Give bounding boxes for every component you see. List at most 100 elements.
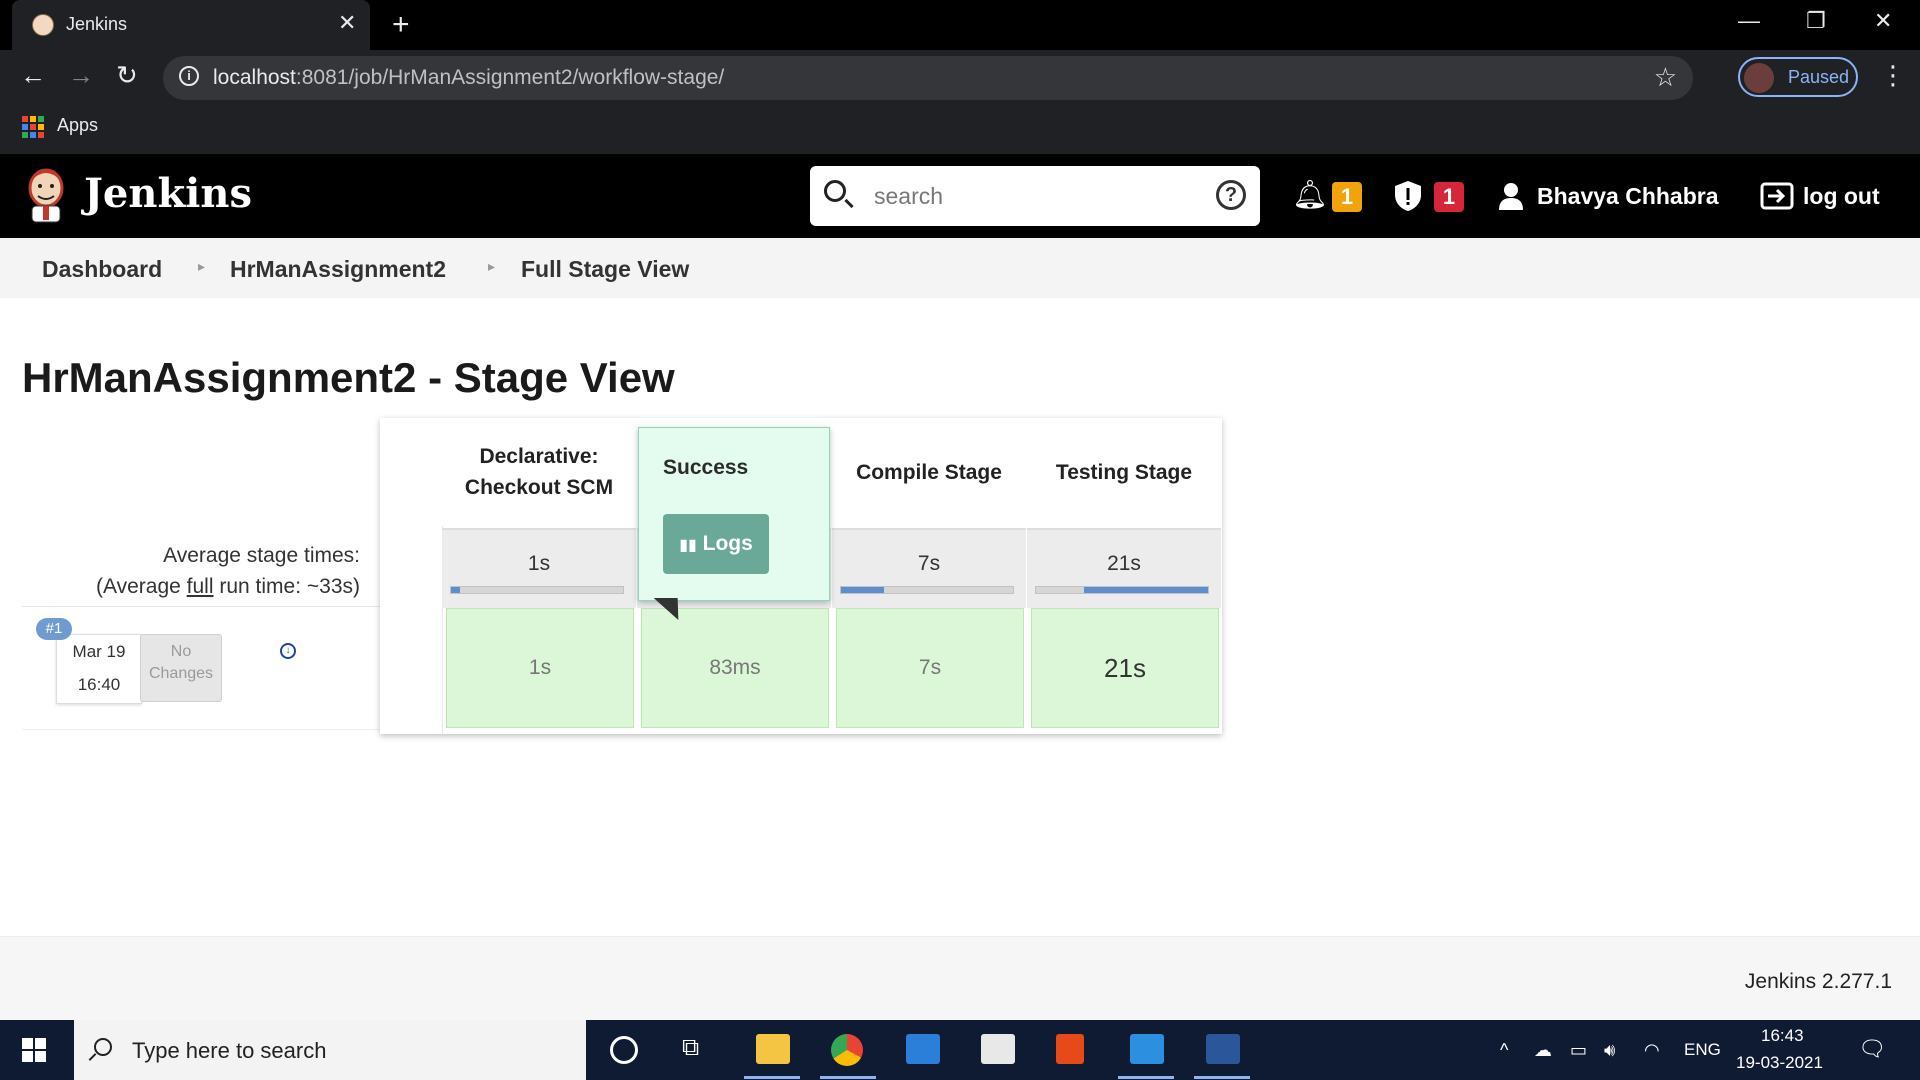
stage-table-gutter: [380, 418, 443, 734]
windows-start-icon[interactable]: [22, 1038, 46, 1062]
wifi-icon[interactable]: ◠: [1644, 1040, 1660, 1061]
browser-menu-icon[interactable]: ⋮: [1880, 60, 1906, 91]
stage-column: Compile Stage 7s 7s: [832, 418, 1026, 734]
breadcrumb-current[interactable]: Full Stage View: [521, 256, 689, 283]
vscode-indicator: [1118, 1076, 1174, 1079]
stage-average-time: 7s: [917, 552, 941, 575]
jenkins-version-link[interactable]: Jenkins 2.277.1: [1745, 970, 1892, 994]
stage-header: Testing Stage: [1027, 418, 1221, 526]
word-indicator: [1194, 1076, 1250, 1079]
user-icon[interactable]: [1498, 182, 1524, 210]
url-path: :8081/job/HrManAssignment2/workflow-stag…: [295, 66, 725, 89]
url-host: localhost: [213, 66, 296, 89]
logout-link[interactable]: log out: [1803, 183, 1880, 210]
profile-button[interactable]: Paused: [1738, 57, 1858, 97]
average-stage-times-label: Average stage times: (Average full run t…: [22, 540, 360, 602]
tray-chevron-icon[interactable]: ^: [1500, 1040, 1508, 1061]
logs-button[interactable]: ▮▮ Logs: [663, 514, 769, 574]
avg-label-line1: Average stage times:: [163, 544, 360, 567]
task-view-icon[interactable]: ⧉: [682, 1034, 699, 1062]
close-window-icon[interactable]: ✕: [1874, 8, 1892, 34]
changes-box[interactable]: No Changes: [140, 634, 222, 702]
vscode-icon[interactable]: [1130, 1034, 1164, 1064]
logout-icon[interactable]: [1760, 182, 1794, 210]
search-input[interactable]: search: [874, 183, 943, 210]
jenkins-search-box[interactable]: search ?: [810, 166, 1260, 226]
breadcrumb-dashboard[interactable]: Dashboard: [42, 256, 162, 283]
stage-average: 21s: [1027, 528, 1221, 608]
build-date-card[interactable]: Mar 19 16:40: [56, 634, 142, 704]
apps-grid-icon[interactable]: [22, 116, 44, 138]
stage-run-cell[interactable]: 1s: [446, 608, 634, 728]
site-info-icon[interactable]: i: [179, 66, 199, 86]
chrome-icon[interactable]: [831, 1034, 863, 1066]
cortana-icon[interactable]: [610, 1036, 638, 1064]
battery-icon[interactable]: ▭: [1570, 1040, 1587, 1061]
build-number-badge[interactable]: #1: [36, 618, 72, 640]
user-name-link[interactable]: Bhavya Chhabra: [1537, 183, 1719, 210]
stage-run-cell[interactable]: 7s: [836, 608, 1024, 728]
search-icon: [824, 180, 846, 202]
notifications-center-icon[interactable]: 🗨︎: [1858, 1036, 1886, 1062]
browser-tab[interactable]: Jenkins ✕: [12, 0, 370, 50]
bookmark-star-icon[interactable]: ☆: [1654, 62, 1677, 93]
avg-prefix: (Average: [95, 575, 187, 598]
stage-average-progress: [1035, 586, 1209, 594]
stage-average-time: 21s: [1107, 552, 1141, 575]
changes-line2: Changes: [148, 665, 214, 682]
taskbar-search[interactable]: Type here to search: [74, 1020, 586, 1080]
breadcrumb-separator-icon[interactable]: ▸: [198, 258, 205, 275]
clock-date[interactable]: 19-03-2021: [1736, 1053, 1823, 1073]
close-tab-icon[interactable]: ✕: [338, 10, 356, 36]
download-artifacts-icon[interactable]: ↓: [280, 643, 296, 659]
stage-status-popover: Success ▮▮ Logs: [638, 427, 830, 601]
help-icon[interactable]: ?: [1216, 180, 1246, 210]
profile-status: Paused: [1788, 67, 1850, 87]
search-icon: [94, 1038, 112, 1056]
breadcrumb-separator-icon[interactable]: ▸: [488, 258, 495, 275]
restore-icon[interactable]: ❐: [1806, 8, 1826, 34]
avg-label-line2: (Average full run time: ~33s): [22, 571, 360, 602]
jenkins-brand[interactable]: Jenkins: [84, 170, 252, 217]
security-badge[interactable]: 1: [1434, 182, 1464, 212]
stage-column: Testing Stage 21s 21s: [1027, 418, 1221, 734]
clock-time[interactable]: 16:43: [1761, 1026, 1804, 1046]
logs-label: Logs: [702, 532, 753, 555]
onedrive-icon[interactable]: ☁: [1534, 1040, 1552, 1061]
popover-status: Success: [663, 456, 749, 479]
stage-average-progress-fill: [1084, 587, 1208, 593]
minimize-icon[interactable]: —: [1738, 8, 1760, 34]
forward-arrow-icon[interactable]: →: [68, 60, 94, 91]
page-title: HrManAssignment2 - Stage View: [22, 354, 675, 401]
tab-title: Jenkins: [66, 14, 128, 34]
shield-icon[interactable]: [1394, 180, 1422, 212]
volume-icon[interactable]: 🔊︎: [1604, 1040, 1615, 1061]
build-date: Mar 19: [72, 642, 126, 661]
changes-line1: No: [170, 643, 192, 660]
store-icon[interactable]: [981, 1034, 1015, 1064]
stage-run-cell[interactable]: 21s: [1031, 608, 1219, 728]
taskbar-search-input[interactable]: Type here to search: [132, 1038, 326, 1064]
back-arrow-icon[interactable]: ←: [20, 60, 46, 91]
url-text[interactable]: localhost:8081/job/HrManAssignment2/work…: [213, 66, 724, 90]
office-icon[interactable]: [1056, 1034, 1084, 1064]
word-icon[interactable]: [1206, 1034, 1240, 1064]
full-run-link[interactable]: full: [187, 575, 214, 598]
mail-icon[interactable]: [906, 1034, 940, 1064]
breadcrumb-job[interactable]: HrManAssignment2: [230, 256, 446, 283]
file-explorer-icon[interactable]: [756, 1034, 790, 1064]
stage-average: 7s: [832, 528, 1026, 608]
jenkins-logo-icon[interactable]: [22, 166, 70, 224]
stage-header: Declarative: Checkout SCM: [442, 418, 636, 526]
avatar: [1744, 63, 1774, 93]
address-bar[interactable]: i localhost:8081/job/HrManAssignment2/wo…: [163, 56, 1693, 100]
new-tab-icon[interactable]: +: [392, 8, 410, 42]
bell-icon[interactable]: 🔔︎: [1292, 178, 1328, 211]
stage-average-progress: [840, 586, 1014, 594]
language-indicator[interactable]: ENG: [1684, 1040, 1721, 1060]
notifications-badge[interactable]: 1: [1332, 182, 1362, 212]
build-time: 16:40: [77, 675, 121, 694]
apps-bookmark[interactable]: Apps: [57, 115, 98, 136]
stage-run-cell[interactable]: 83ms: [641, 608, 829, 728]
reload-icon[interactable]: ↻: [116, 60, 138, 91]
